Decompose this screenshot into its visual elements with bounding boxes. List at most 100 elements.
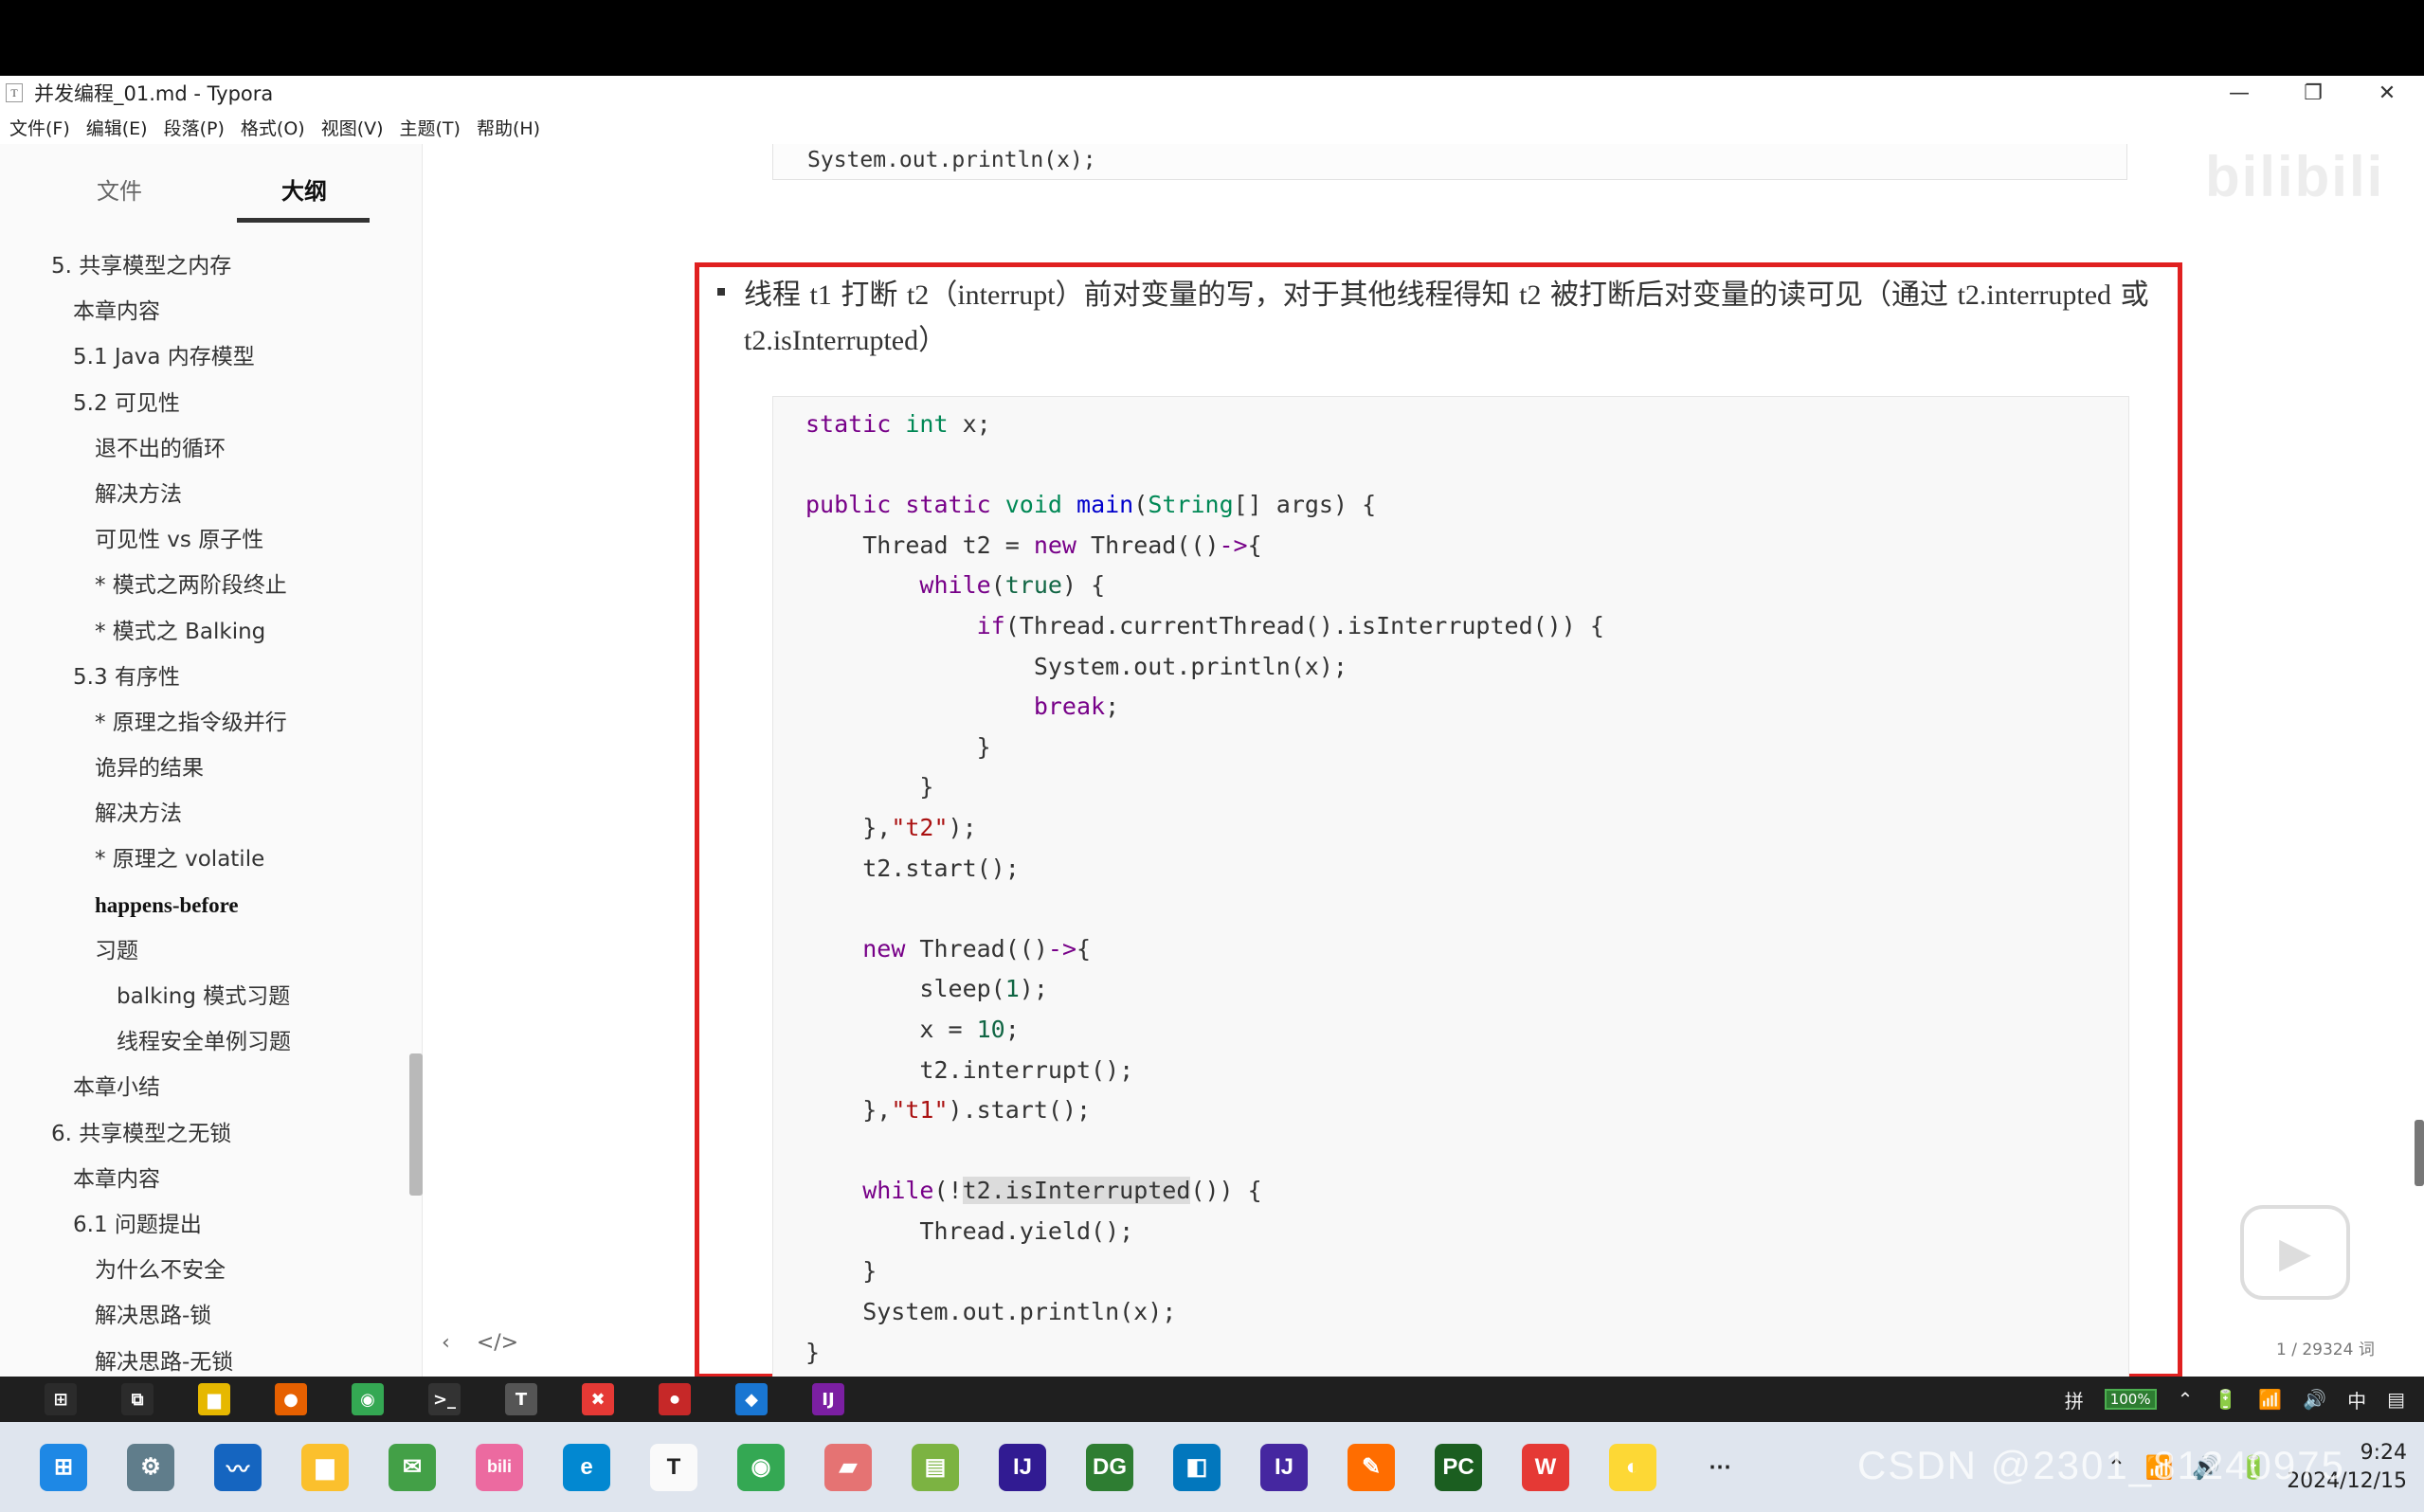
outline-item[interactable]: 为什么不安全	[0, 1248, 407, 1293]
network-icon[interactable]: ◧	[1173, 1443, 1221, 1491]
edge-icon[interactable]: e	[563, 1443, 610, 1491]
intellij-2-icon[interactable]: IJ	[1260, 1443, 1308, 1491]
eraser-icon[interactable]: ▰	[824, 1443, 872, 1491]
tray-top-item[interactable]: 100%	[2104, 1389, 2157, 1410]
outline-item[interactable]: 5. 共享模型之内存	[0, 243, 407, 289]
bilibili-watermark: bilibili	[2205, 145, 2385, 208]
tray-top-item[interactable]: 🔊	[2303, 1388, 2326, 1411]
task-view-icon[interactable]: ⧉	[121, 1383, 154, 1415]
chrome-icon[interactable]: ◉	[352, 1383, 384, 1415]
chat-icon[interactable]: ◐	[1609, 1443, 1656, 1491]
code-token: main	[1076, 491, 1134, 519]
datagrip-icon[interactable]: DG	[1086, 1443, 1133, 1491]
play-icon[interactable]: ▶	[2240, 1205, 2350, 1300]
tray-top-item[interactable]: ▤	[2387, 1388, 2405, 1411]
code-token: "t2"	[891, 813, 949, 841]
paragraph-segment: （	[929, 279, 958, 312]
folder-icon[interactable]: ▆	[301, 1443, 349, 1491]
outline-item[interactable]: * 原理之指令级并行	[0, 700, 407, 746]
settings-icon[interactable]: ⚙	[127, 1443, 174, 1491]
outline-item[interactable]: 6.1 问题提出	[0, 1202, 407, 1248]
restore-button[interactable]: ❐	[2276, 76, 2350, 110]
word-count[interactable]: 1 / 29324 词	[2276, 1336, 2375, 1359]
windows-start-icon[interactable]: ⊞	[45, 1383, 77, 1415]
xmind-icon[interactable]: ✖	[582, 1383, 614, 1415]
outline-item[interactable]: 5.1 Java 内存模型	[0, 334, 407, 380]
outline-item[interactable]: 诡异的结果	[0, 746, 407, 791]
code-token: Thread.yield();	[805, 1216, 1134, 1245]
outline-item[interactable]: 本章内容	[0, 1157, 407, 1202]
source-mode-icon[interactable]: </>	[477, 1331, 518, 1355]
record-icon[interactable]: ⏺	[659, 1383, 691, 1415]
chrome-icon[interactable]: ◉	[737, 1443, 785, 1491]
outline-item[interactable]: * 模式之 Balking	[0, 609, 407, 655]
code-token: String	[1148, 491, 1234, 519]
tab-files[interactable]: 文件	[97, 172, 142, 206]
close-button[interactable]: ✕	[2350, 76, 2424, 110]
more-icon[interactable]: ⋯	[1696, 1443, 1744, 1491]
code-content[interactable]: static int x; public static void main(St…	[773, 405, 1604, 1373]
windows-start-icon[interactable]: ⊞	[40, 1443, 87, 1491]
paragraph-segment: interrupt	[957, 279, 1056, 311]
sidebar-scrollbar[interactable]	[409, 1053, 423, 1196]
paragraph-segment: t2	[1519, 279, 1542, 311]
collapse-sidebar-icon[interactable]: ‹	[442, 1331, 450, 1355]
menu-edit[interactable]: 编辑(E)	[86, 115, 148, 140]
outline-item[interactable]: 解决思路-锁	[0, 1293, 407, 1339]
firefox-icon[interactable]: ●	[275, 1383, 307, 1415]
editor-pane: System.out.println(x); bilibili 线程 t1 打断…	[424, 144, 2424, 1377]
outline-item[interactable]: 本章内容	[0, 289, 407, 334]
tray-top-item[interactable]: 📶	[2258, 1388, 2282, 1411]
menu-view[interactable]: 视图(V)	[321, 115, 384, 140]
wps-icon[interactable]: W	[1522, 1443, 1569, 1491]
typora-icon[interactable]: T	[650, 1443, 697, 1491]
menu-help[interactable]: 帮助(H)	[477, 115, 540, 140]
code-token: ->	[1047, 934, 1076, 963]
menu-paragraph[interactable]: 段落(P)	[164, 115, 225, 140]
code-token: ).start();	[948, 1096, 1092, 1125]
outline-item[interactable]: 5.3 有序性	[0, 655, 407, 700]
typora-icon[interactable]: T	[505, 1383, 537, 1415]
outline-item[interactable]: 退不出的循环	[0, 426, 407, 472]
code-line: System.out.println(x);	[773, 1292, 1604, 1333]
outline-item[interactable]: 本章小结	[0, 1065, 407, 1110]
outline-item[interactable]: 可见性 vs 原子性	[0, 517, 407, 563]
tray-top-item[interactable]: ⌃	[2178, 1388, 2194, 1411]
intellij-icon[interactable]: IJ	[999, 1443, 1046, 1491]
outline-item[interactable]: 6. 共享模型之无锁	[0, 1111, 407, 1157]
outline-item[interactable]: balking 模式习题	[0, 974, 407, 1019]
tab-outline[interactable]: 大纲	[281, 172, 327, 206]
bilibili-icon[interactable]: bili	[476, 1443, 523, 1491]
tray-top-item[interactable]: 拼	[2065, 1386, 2084, 1413]
wechat-icon[interactable]: ✉	[389, 1443, 436, 1491]
outline-item[interactable]: 解决方法	[0, 791, 407, 837]
charts-icon[interactable]: ▤	[912, 1443, 959, 1491]
vscode-icon[interactable]: ◆	[735, 1383, 768, 1415]
tray-top-item[interactable]: 🔋	[2214, 1388, 2237, 1411]
pycharm-icon[interactable]: PC	[1435, 1443, 1482, 1491]
tray-top-item[interactable]: 中	[2347, 1386, 2366, 1413]
outline-item[interactable]: 解决方法	[0, 472, 407, 517]
postman-icon[interactable]: ✎	[1348, 1443, 1395, 1491]
menu-file[interactable]: 文件(F)	[9, 115, 70, 140]
menu-theme[interactable]: 主题(T)	[400, 115, 461, 140]
outline-item[interactable]: 5.2 可见性	[0, 381, 407, 426]
outline-item[interactable]: 线程安全单例习题	[0, 1019, 407, 1065]
sidebar-footer: ‹ </>	[442, 1331, 518, 1355]
minimize-button[interactable]: —	[2202, 76, 2276, 110]
code-block[interactable]: static int x; public static void main(St…	[772, 396, 2129, 1377]
outline-item[interactable]: * 原理之 volatile	[0, 837, 407, 882]
editor-scrollbar[interactable]	[2415, 1120, 2424, 1186]
outline-item[interactable]: happens-before	[0, 883, 407, 928]
code-token: ) {	[1061, 571, 1106, 600]
file-explorer-icon[interactable]: ▆	[198, 1383, 230, 1415]
outline-item[interactable]: * 模式之两阶段终止	[0, 563, 407, 608]
previous-code-line: System.out.println(x);	[807, 148, 1096, 172]
monitor-icon[interactable]: 〰	[214, 1443, 262, 1491]
intellij-icon[interactable]: IJ	[812, 1383, 844, 1415]
outline-item[interactable]: 习题	[0, 928, 407, 974]
menu-format[interactable]: 格式(O)	[241, 115, 305, 140]
terminal-icon[interactable]: >_	[428, 1383, 461, 1415]
